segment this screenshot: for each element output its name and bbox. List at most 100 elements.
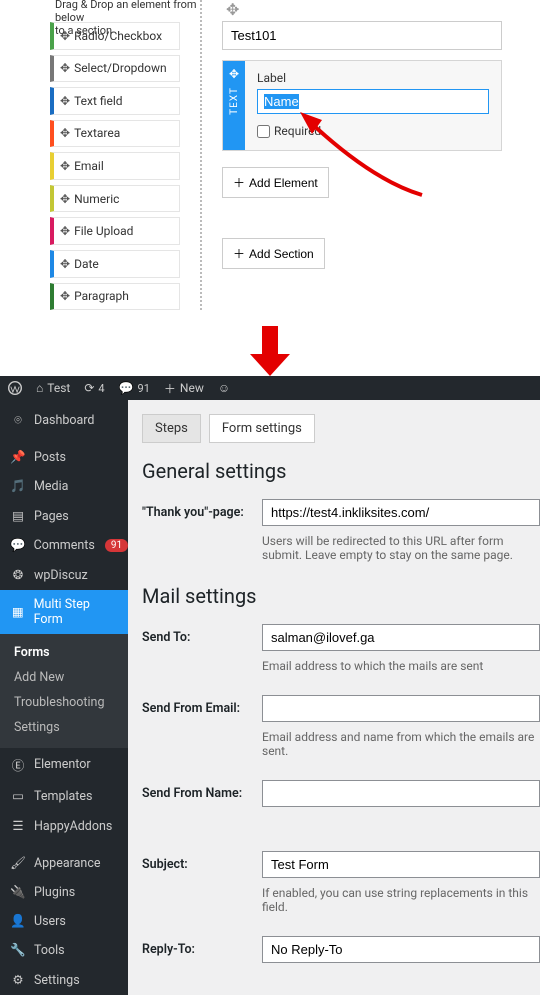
brush-icon: 🖌: [10, 856, 26, 871]
move-icon: ✥: [60, 61, 70, 75]
row-thankyou: "Thank you"-page: Users will be redirect…: [142, 499, 540, 578]
menu-settings[interactable]: ⚙Settings: [0, 965, 128, 995]
submenu-add-new[interactable]: Add New: [0, 665, 128, 690]
menu-tools[interactable]: 🔧Tools: [0, 936, 128, 965]
move-icon: ✥: [229, 67, 239, 81]
palette-block-label: Paragraph: [74, 289, 129, 303]
menu-elementor[interactable]: ⒺElementor: [0, 748, 128, 781]
palette-block-textarea[interactable]: ✥Textarea: [50, 120, 180, 148]
wp-logo-icon[interactable]: [8, 381, 22, 395]
sendto-input[interactable]: [262, 624, 540, 651]
builder-hint-line1: Drag & Drop an element from below: [55, 0, 197, 24]
submenu-settings[interactable]: Settings: [0, 715, 128, 740]
admin-bar-updates[interactable]: ⟳ 4: [84, 381, 104, 395]
menu-happyaddons[interactable]: ☰HappyAddons: [0, 811, 128, 841]
sendfromname-placeholder-gap: [262, 815, 540, 829]
heading-mail-settings: Mail settings: [142, 584, 540, 608]
admin-bar-site-name: Test: [47, 381, 70, 395]
field-type-label: TEXT: [229, 87, 240, 115]
sendfromemail-help: Email address and name from which the em…: [262, 730, 540, 758]
menu-wpdiscuz[interactable]: ❂wpDiscuz: [0, 560, 128, 590]
replyto-label: Reply-To:: [142, 936, 262, 957]
move-icon: ✥: [60, 126, 70, 140]
subject-label: Subject:: [142, 851, 262, 872]
move-icon: ✥: [60, 159, 70, 173]
add-element-label: Add Element: [249, 176, 318, 190]
admin-bar-update-count: 4: [98, 382, 104, 395]
palette-block-email[interactable]: ✥ Email: [50, 152, 180, 180]
tab-form-settings[interactable]: Form settings: [209, 414, 315, 443]
admin-bar-comments[interactable]: 💬 91: [119, 381, 150, 395]
menu-pages[interactable]: ▤Pages: [0, 501, 128, 531]
palette-block-paragraph[interactable]: ✥ Paragraph: [50, 283, 180, 311]
form-icon: ▦: [10, 604, 26, 620]
field-body: Label Required: [245, 61, 501, 150]
templates-icon: ▭: [10, 788, 26, 804]
replyto-input[interactable]: [262, 936, 540, 963]
section-title-input[interactable]: [222, 21, 502, 50]
palette-block-file-upload[interactable]: ✥File Upload: [50, 217, 180, 245]
page-icon: ▤: [10, 508, 26, 524]
wp-admin-bar: ⌂ Test ⟳ 4 💬 91 ＋ New ☺: [0, 376, 540, 400]
admin-bar-new[interactable]: ＋ New: [164, 380, 204, 397]
builder-hint: Drag & Drop an element from below to a s…: [55, 0, 205, 37]
comments-count-badge: 91: [105, 539, 128, 552]
sendfromemail-input[interactable]: [262, 695, 540, 722]
menu-templates[interactable]: ▭Templates: [0, 781, 128, 811]
menu-multistepform[interactable]: ▦Multi Step Form: [0, 590, 128, 634]
required-checkbox[interactable]: [257, 125, 270, 138]
admin-bar-comment-count: 91: [138, 382, 150, 395]
menu-plugins[interactable]: 🔌Plugins: [0, 878, 128, 907]
field-drag-handle[interactable]: ✥ TEXT: [223, 61, 245, 150]
subject-input[interactable]: [262, 851, 540, 878]
sendfromname-label: Send From Name:: [142, 780, 262, 801]
tab-steps[interactable]: Steps: [142, 414, 201, 443]
form-builder-panel: Drag & Drop an element from below to a s…: [0, 0, 540, 320]
move-icon: ✥: [60, 94, 70, 108]
menu-appearance[interactable]: 🖌Appearance: [0, 849, 128, 878]
sendfromname-input[interactable]: [262, 780, 540, 807]
palette-block-select-dropdown[interactable]: ✥Select/Dropdown: [50, 55, 180, 83]
elementor-icon: Ⓔ: [10, 755, 26, 774]
user-icon: 👤: [10, 914, 26, 929]
submenu-forms[interactable]: Forms: [0, 640, 128, 665]
menu-comments[interactable]: 💬Comments91: [0, 531, 128, 560]
palette-block-label: Email: [74, 159, 104, 173]
comment-icon: 💬: [119, 381, 134, 395]
palette-block-label: Numeric: [74, 192, 119, 206]
add-section-button[interactable]: ＋ Add Section: [222, 238, 325, 269]
palette-block-date[interactable]: ✥Date: [50, 250, 180, 278]
vertical-separator: [200, 0, 202, 310]
wp-sidebar: ⌾Dashboard 📌Posts 🎵Media ▤Pages 💬Comment…: [0, 400, 128, 995]
required-caption: Required: [274, 124, 321, 138]
field-card-text: ✥ TEXT Label Required: [222, 60, 502, 151]
move-icon: ✥: [60, 289, 70, 303]
submenu-multistepform: Forms Add New Troubleshooting Settings: [0, 634, 128, 748]
palette-block-label: Date: [74, 257, 99, 271]
media-icon: 🎵: [10, 479, 26, 494]
builder-hint-line2: to a section: [55, 24, 112, 37]
annotation-down-arrow-icon: [250, 326, 290, 376]
palette-block-numeric[interactable]: ✥ Numeric: [50, 185, 180, 213]
thankyou-input[interactable]: [262, 499, 540, 526]
palette-block-text-field[interactable]: ✥ Text field: [50, 87, 180, 115]
submenu-troubleshooting[interactable]: Troubleshooting: [0, 690, 128, 715]
palette-block-label: Text field: [74, 94, 123, 108]
menu-dashboard[interactable]: ⌾Dashboard: [0, 406, 128, 435]
builder-canvas: ✥ ✥ TEXT Label Required ＋ Add Element ＋: [222, 0, 540, 310]
menu-media[interactable]: 🎵Media: [0, 472, 128, 501]
field-label-input[interactable]: [257, 89, 489, 114]
admin-bar-extra-icon[interactable]: ☺: [218, 381, 230, 395]
add-element-button[interactable]: ＋ Add Element: [222, 167, 329, 198]
move-icon: ✥: [60, 192, 70, 206]
row-send-from-name: Send From Name:: [142, 780, 540, 845]
menu-posts[interactable]: 📌Posts: [0, 443, 128, 472]
admin-bar-site[interactable]: ⌂ Test: [36, 381, 70, 395]
wp-admin: ⌂ Test ⟳ 4 💬 91 ＋ New ☺ ⌾Dashboard 📌Post…: [0, 376, 540, 995]
wp-content: Steps Form settings General settings "Th…: [128, 400, 540, 995]
row-send-to: Send To: Email address to which the mail…: [142, 624, 540, 689]
menu-users[interactable]: 👤Users: [0, 907, 128, 936]
refresh-icon: ⟳: [84, 381, 94, 395]
move-icon[interactable]: ✥: [226, 0, 530, 19]
plus-icon: ＋: [233, 245, 245, 262]
